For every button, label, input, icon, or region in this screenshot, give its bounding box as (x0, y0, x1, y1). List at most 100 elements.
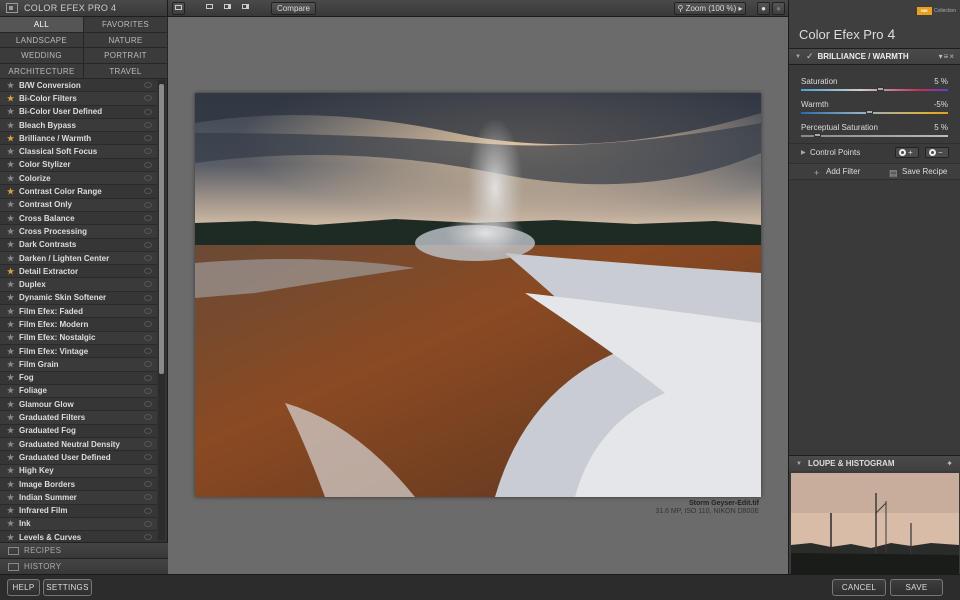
category-tab[interactable]: TRAVEL (84, 63, 168, 79)
star-icon[interactable]: ★ (7, 504, 17, 517)
preview-eye-icon[interactable] (144, 427, 152, 434)
star-icon[interactable]: ★ (7, 478, 17, 491)
filter-list-item[interactable]: ★ Colorize (0, 172, 157, 186)
star-icon[interactable]: ★ (7, 145, 17, 158)
star-icon[interactable]: ★ (7, 105, 17, 118)
filter-list-item[interactable]: ★ Bi-Color Filters (0, 92, 157, 106)
background-light-button[interactable]: ● (757, 2, 770, 15)
star-icon[interactable]: ★ (7, 464, 17, 477)
star-icon[interactable]: ★ (7, 384, 17, 397)
slider-track[interactable] (801, 89, 948, 91)
split-view-button[interactable] (221, 2, 234, 15)
filter-list-item[interactable]: ★ Darken / Lighten Center (0, 251, 157, 266)
star-icon[interactable]: ★ (7, 172, 17, 185)
help-button[interactable]: HELP (7, 579, 40, 596)
remove-control-point-button[interactable]: − (925, 147, 949, 158)
filter-list-item[interactable]: ★ Cross Balance (0, 211, 157, 226)
star-icon[interactable]: ★ (7, 198, 17, 211)
slider-track[interactable] (801, 112, 948, 114)
filter-list-item[interactable]: ★ Image Borders (0, 477, 157, 492)
active-filter-header[interactable]: ▼ ✓ BRILLIANCE / WARMTH ▾≡× (789, 48, 960, 65)
slider-thumb[interactable] (865, 110, 873, 114)
star-icon[interactable]: ★ (7, 451, 17, 464)
filter-list-item[interactable]: ★ Cross Processing (0, 225, 157, 239)
filter-list-item[interactable]: ★ Indian Summer (0, 491, 157, 505)
preview-eye-icon[interactable] (144, 347, 152, 354)
filter-list-item[interactable]: ★ Levels & Curves (0, 531, 157, 542)
filter-enabled-check-icon[interactable]: ✓ (806, 51, 814, 62)
category-tab[interactable]: ARCHITECTURE (0, 63, 84, 79)
filter-list-item[interactable]: ★ Film Efex: Nostalgic (0, 331, 157, 345)
preview-eye-icon[interactable] (144, 135, 152, 142)
filter-list-item[interactable]: ★ Film Efex: Modern (0, 318, 157, 332)
filter-list-item[interactable]: ★ Fog (0, 371, 157, 385)
star-icon[interactable]: ★ (7, 212, 17, 225)
slider-thumb[interactable] (813, 133, 821, 137)
star-icon[interactable]: ★ (7, 252, 17, 265)
filter-list-item[interactable]: ★ Graduated Neutral Density (0, 438, 157, 452)
filter-list-item[interactable]: ★ Color Stylizer (0, 158, 157, 173)
preview-eye-icon[interactable] (144, 121, 152, 128)
favorite-star-icon[interactable]: ★ (7, 265, 17, 278)
save-recipe-button[interactable]: ▤ Save Recipe (889, 166, 947, 178)
filter-list-item[interactable]: ★ B/W Conversion (0, 79, 157, 93)
slider-track[interactable] (801, 135, 948, 137)
history-section[interactable]: HISTORY (0, 558, 168, 574)
preview-eye-icon[interactable] (144, 321, 152, 328)
preview-eye-icon[interactable] (144, 374, 152, 381)
star-icon[interactable]: ★ (7, 438, 17, 451)
star-icon[interactable]: ★ (7, 238, 17, 251)
side-by-side-button[interactable] (239, 2, 252, 15)
preview-eye-icon[interactable] (144, 507, 152, 514)
preview-image[interactable] (195, 93, 761, 497)
filter-list-item[interactable]: ★ Contrast Color Range (0, 185, 157, 199)
loupe-preview[interactable] (791, 473, 959, 574)
filter-list-item[interactable]: ★ Contrast Only (0, 198, 157, 212)
star-icon[interactable]: ★ (7, 358, 17, 371)
star-icon[interactable]: ★ (7, 517, 17, 530)
preview-eye-icon[interactable] (144, 294, 152, 301)
star-icon[interactable]: ★ (7, 291, 17, 304)
star-icon[interactable]: ★ (7, 411, 17, 424)
preview-eye-icon[interactable] (144, 308, 152, 315)
category-tab[interactable]: WEDDING (0, 48, 84, 64)
category-tab[interactable]: NATURE (84, 32, 168, 48)
preview-eye-icon[interactable] (144, 201, 152, 208)
preview-eye-icon[interactable] (144, 95, 152, 102)
preview-eye-icon[interactable] (144, 414, 152, 421)
star-icon[interactable]: ★ (7, 424, 17, 437)
category-tab[interactable]: LANDSCAPE (0, 32, 84, 48)
add-control-point-button[interactable]: + (895, 147, 919, 158)
preview-eye-icon[interactable] (144, 480, 152, 487)
recipes-section[interactable]: RECIPES (0, 542, 168, 558)
star-icon[interactable]: ★ (7, 331, 17, 344)
star-icon[interactable]: ★ (7, 278, 17, 291)
preview-eye-icon[interactable] (144, 387, 152, 394)
collapse-triangle-icon[interactable]: ▼ (795, 54, 801, 60)
filter-actions-icon[interactable]: ▾≡× (939, 52, 955, 61)
category-tab[interactable]: FAVORITES (84, 17, 168, 33)
compare-button[interactable]: Compare (271, 2, 316, 15)
star-icon[interactable]: ★ (7, 318, 17, 331)
zoom-dropdown[interactable]: ⚲ Zoom (100 %) ▸ (674, 2, 746, 15)
filter-list-item[interactable]: ★ Graduated User Defined (0, 451, 157, 465)
category-tab[interactable]: PORTRAIT (84, 48, 168, 64)
preview-eye-icon[interactable] (144, 82, 152, 88)
preview-eye-icon[interactable] (144, 214, 152, 221)
save-button[interactable]: SAVE (890, 579, 943, 596)
hide-browser-button[interactable] (172, 2, 185, 15)
star-icon[interactable]: ★ (7, 398, 17, 411)
pin-icon[interactable]: ✦ (946, 459, 953, 468)
filter-list-item[interactable]: ★ Foliage (0, 384, 157, 399)
preview-eye-icon[interactable] (144, 254, 152, 261)
preview-eye-icon[interactable] (144, 361, 152, 368)
filter-list-item[interactable]: ★ Classical Soft Focus (0, 145, 157, 159)
preview-eye-icon[interactable] (144, 148, 152, 155)
preview-eye-icon[interactable] (144, 161, 152, 168)
filter-list-item[interactable]: ★ Duplex (0, 278, 157, 292)
star-icon[interactable]: ★ (7, 158, 17, 171)
filter-list-item[interactable]: ★ Bi-Color User Defined (0, 105, 157, 119)
preview-eye-icon[interactable] (144, 108, 152, 115)
settings-button[interactable]: SETTINGS (43, 579, 92, 596)
star-icon[interactable]: ★ (7, 531, 17, 542)
